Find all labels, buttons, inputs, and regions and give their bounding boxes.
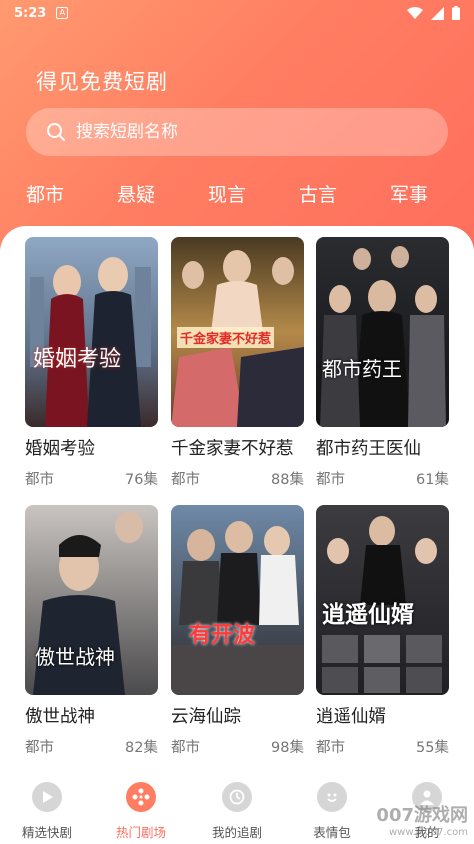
category-tab[interactable]: 悬疑	[117, 180, 155, 207]
status-time: 5:23	[14, 5, 47, 21]
poster-title-text: 傲世战神	[35, 645, 115, 669]
drama-episodes: 55集	[416, 740, 449, 756]
status-bar: 5:23 A	[0, 0, 474, 26]
drama-title: 千金家妻不好惹	[171, 439, 294, 459]
drama-poster[interactable]: 千金家妻不好惹	[171, 237, 304, 427]
drama-genre: 都市	[171, 472, 200, 488]
film-reel-icon	[126, 782, 156, 812]
search-bar[interactable]	[26, 108, 448, 156]
clock-icon	[222, 782, 252, 812]
drama-card[interactable]: 逍遥仙婿 逍遥仙婿 都市 55集	[316, 505, 449, 757]
drama-poster[interactable]: 婚姻考验	[25, 237, 158, 427]
drama-title: 逍遥仙婿	[316, 707, 386, 727]
battery-icon	[452, 6, 460, 20]
drama-card[interactable]: 有开波 云海仙踪 都市 98集	[171, 505, 304, 757]
tab-my-follow[interactable]: 我的追剧	[192, 782, 282, 841]
poster-title-text: 千金家妻不好惹	[177, 327, 275, 348]
category-tab[interactable]: 军事	[390, 180, 428, 207]
drama-poster[interactable]: 都市药王	[316, 237, 449, 427]
app-title: 得见免费短剧	[36, 70, 168, 94]
drama-poster[interactable]: 逍遥仙婿	[316, 505, 449, 695]
category-tabs: 都市 悬疑 现言 古言 军事	[0, 180, 474, 212]
drama-title: 云海仙踪	[171, 707, 241, 727]
tab-label: 热门剧场	[115, 825, 166, 840]
watermark-text: 007游戏网	[376, 805, 468, 826]
poster-title-text: 都市药王	[322, 357, 402, 381]
drama-genre: 都市	[316, 740, 345, 756]
content-panel: 婚姻考验 婚姻考验 都市 76集 千金家妻不好惹 千金家妻不好惹 都市 88集	[0, 226, 474, 844]
drama-episodes: 88集	[271, 472, 304, 488]
drama-episodes: 61集	[416, 472, 449, 488]
drama-episodes: 82集	[125, 740, 158, 756]
drama-title: 傲世战神	[25, 707, 95, 727]
tab-featured[interactable]: 精选快剧	[2, 782, 92, 841]
drama-title: 婚姻考验	[25, 439, 95, 459]
tab-popular-theater[interactable]: 热门剧场	[96, 782, 186, 841]
site-watermark: 007游戏网 www.jk007.com	[376, 801, 468, 838]
drama-card[interactable]: 婚姻考验 婚姻考验 都市 76集	[25, 237, 158, 489]
drama-episodes: 98集	[271, 740, 304, 756]
drama-genre: 都市	[25, 472, 54, 488]
drama-episodes: 76集	[125, 472, 158, 488]
drama-genre: 都市	[25, 740, 54, 756]
poster-title-text: 有开波	[189, 623, 256, 648]
search-input[interactable]	[76, 122, 416, 142]
drama-card[interactable]: 千金家妻不好惹 千金家妻不好惹 都市 88集	[171, 237, 304, 489]
poster-title-text: 婚姻考验	[33, 347, 122, 372]
play-icon	[32, 782, 62, 812]
wifi-icon	[407, 7, 423, 19]
search-icon	[47, 123, 65, 141]
smiley-icon	[317, 782, 347, 812]
tab-label: 我的追剧	[211, 825, 262, 840]
tab-label: 精选快剧	[21, 825, 72, 840]
drama-genre: 都市	[316, 472, 345, 488]
drama-poster[interactable]: 傲世战神	[25, 505, 158, 695]
signal-icon	[431, 6, 444, 20]
drama-genre: 都市	[171, 740, 200, 756]
drama-card[interactable]: 傲世战神 傲世战神 都市 82集	[25, 505, 158, 757]
drama-title: 都市药王医仙	[316, 439, 421, 459]
category-tab[interactable]: 都市	[26, 180, 64, 207]
drama-poster[interactable]: 有开波	[171, 505, 304, 695]
tab-label: 表情包	[313, 825, 351, 840]
poster-title-text: 逍遥仙婿	[322, 601, 414, 628]
drama-card[interactable]: 都市药王 都市药王医仙 都市 61集	[316, 237, 449, 489]
category-tab[interactable]: 古言	[299, 180, 337, 207]
category-tab[interactable]: 现言	[208, 180, 246, 207]
notification-icon: A	[56, 7, 69, 19]
tab-stickers[interactable]: 表情包	[287, 782, 377, 841]
watermark-url: www.jk007.com	[389, 827, 468, 838]
